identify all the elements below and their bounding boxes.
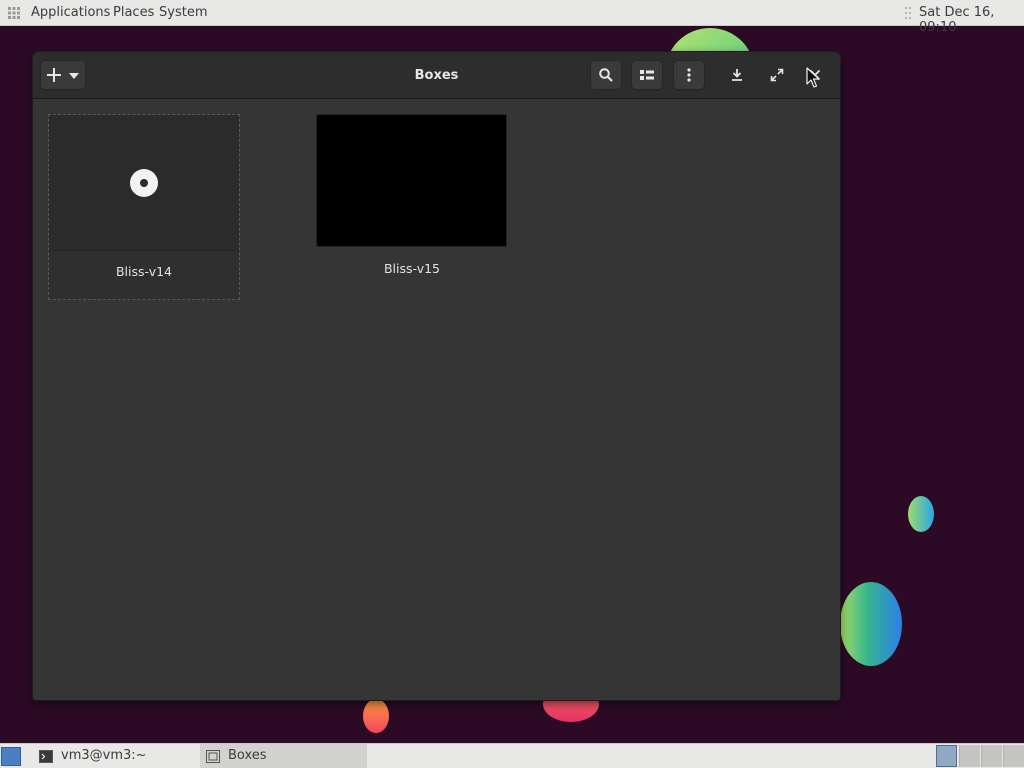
- view-toggle-button[interactable]: [631, 60, 663, 90]
- workspace-4[interactable]: [1003, 745, 1024, 767]
- taskbar-item-terminal[interactable]: vm3@vm3:~: [33, 744, 201, 768]
- wallpaper-bubble: [840, 582, 902, 666]
- terminal-icon: [39, 750, 53, 763]
- main-menu-button[interactable]: [673, 60, 705, 90]
- boxes-window: Boxes Bliss-v14 Bliss-v15: [33, 52, 840, 700]
- box-name: Bliss-v15: [383, 261, 441, 276]
- top-panel: Applications Places System Sat Dec 16, 0…: [0, 0, 1024, 35]
- headerbar: Boxes: [33, 52, 840, 99]
- disc-icon: [130, 169, 158, 197]
- vertical-dots-icon: [687, 68, 691, 82]
- wallpaper-bubble: [363, 699, 389, 733]
- places-menu[interactable]: Places: [113, 5, 154, 20]
- list-view-icon: [640, 70, 654, 80]
- applications-menu[interactable]: Applications: [31, 5, 110, 20]
- fullscreen-icon: [770, 68, 784, 82]
- boxes-icon: [206, 750, 220, 763]
- box-thumbnail: [316, 114, 507, 247]
- workspace-3[interactable]: [981, 745, 1002, 767]
- box-card[interactable]: Bliss-v14: [48, 114, 240, 300]
- system-menu[interactable]: System: [159, 5, 207, 20]
- clock[interactable]: Sat Dec 16, 09:10: [919, 5, 1024, 35]
- download-icon: [732, 69, 742, 81]
- downloads-button[interactable]: [722, 60, 752, 90]
- show-desktop-button[interactable]: [1, 747, 21, 766]
- fullscreen-button[interactable]: [762, 60, 792, 90]
- taskbar-item-label: vm3@vm3:~: [61, 748, 147, 763]
- panel-handle-icon: [905, 7, 911, 19]
- mouse-pointer-icon: [806, 67, 819, 88]
- workspace-1[interactable]: [936, 745, 957, 767]
- search-button[interactable]: [590, 60, 622, 90]
- box-name: Bliss-v14: [115, 264, 173, 279]
- search-icon: [599, 68, 613, 82]
- taskbar-item-label: Boxes: [228, 748, 267, 763]
- workspace-2[interactable]: [959, 745, 980, 767]
- bottom-panel: vm3@vm3:~ Boxes: [0, 743, 1024, 768]
- applications-grid-icon[interactable]: [8, 7, 20, 19]
- window-title: Boxes: [414, 68, 459, 83]
- box-thumbnail: [49, 115, 239, 251]
- taskbar-item-boxes[interactable]: Boxes: [200, 744, 367, 768]
- box-card[interactable]: Bliss-v15: [316, 114, 508, 300]
- wallpaper-bubble: [908, 496, 934, 532]
